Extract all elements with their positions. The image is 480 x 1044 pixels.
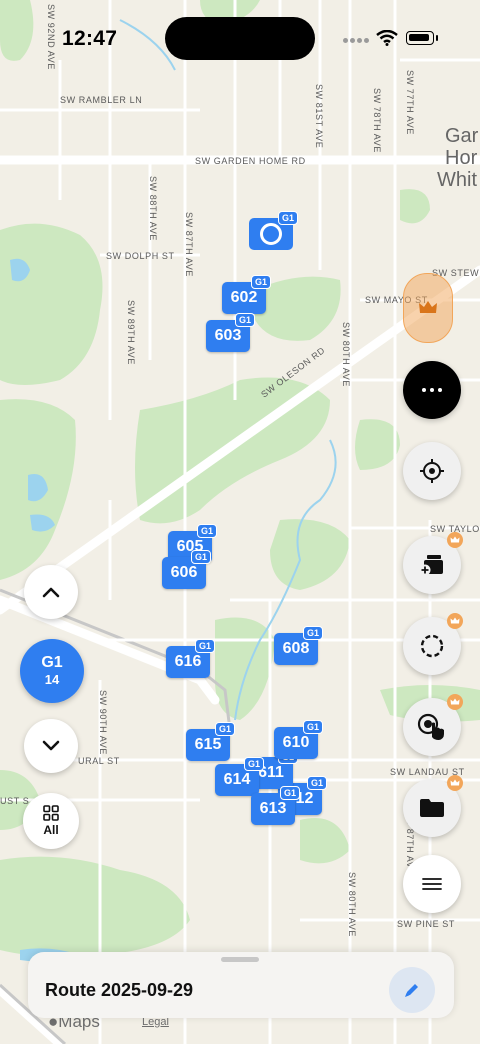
group-selector-button[interactable]: G1 14 (20, 639, 84, 703)
group-count: 14 (44, 672, 60, 687)
stop-marker[interactable]: 613 G1 (251, 786, 300, 825)
stop-number: 613 (259, 800, 287, 817)
street-label: SW 80TH AVE (341, 322, 351, 387)
all-groups-button[interactable]: All (23, 793, 79, 849)
street-label: SW GARDEN HOME RD (195, 156, 306, 166)
current-location-marker[interactable]: G1 (249, 211, 298, 250)
folder-button[interactable] (403, 775, 463, 837)
stop-number: 603 (214, 327, 242, 344)
add-stop-button[interactable] (403, 532, 463, 594)
premium-crown-icon (447, 532, 463, 548)
lasso-select-button[interactable] (403, 613, 463, 675)
stop-number: 602 (230, 289, 258, 306)
more-options-button[interactable] (403, 361, 461, 419)
stop-number: 616 (174, 653, 202, 670)
premium-crown-icon (447, 775, 463, 791)
stop-marker[interactable]: 608 G1 (274, 626, 323, 665)
tap-hand-icon (417, 713, 444, 740)
dynamic-island (165, 17, 315, 60)
group-label: G1 (41, 654, 63, 671)
lasso-icon (420, 634, 444, 658)
group-tag: G1 (279, 786, 300, 800)
menu-button[interactable] (403, 855, 461, 913)
group-tag: G1 (302, 720, 323, 734)
status-time: 12:47 (62, 27, 118, 50)
street-label: SW 87TH AVE (184, 212, 194, 277)
stop-marker[interactable]: 602 G1 (222, 275, 271, 314)
street-label: SW 88TH AVE (148, 176, 158, 241)
crown-icon (419, 301, 437, 313)
signal-icon (343, 38, 369, 46)
status-bar: 12:47 (0, 0, 480, 70)
sheet-handle[interactable] (221, 957, 259, 962)
stop-number: 608 (282, 640, 310, 657)
premium-place-marker[interactable] (403, 273, 453, 343)
edit-route-button[interactable] (389, 967, 435, 1013)
group-tag: G1 (243, 757, 264, 771)
group-tag: G1 (234, 313, 255, 327)
street-label: SW 78TH AVE (372, 88, 382, 153)
chevron-up-icon (42, 587, 60, 598)
group-tag: G1 (194, 639, 215, 653)
stop-marker[interactable]: 610 G1 (274, 720, 323, 759)
group-tag: G1 (190, 550, 211, 564)
street-label: SW DOLPH ST (106, 251, 175, 261)
battery-icon (406, 31, 434, 45)
grid-icon (43, 805, 59, 821)
all-label: All (43, 823, 59, 837)
stop-number: 610 (282, 734, 310, 751)
group-tag: G1 (306, 776, 327, 790)
group-tag: G1 (250, 275, 271, 289)
street-label: SW PINE ST (397, 919, 455, 929)
chevron-down-icon (42, 740, 60, 751)
street-label: SW 89TH AVE (126, 300, 136, 365)
add-stack-icon (419, 555, 443, 576)
street-label: SW 77TH AVE (405, 70, 415, 135)
stop-marker[interactable]: 616 G1 (166, 639, 215, 678)
group-tag: G1 (196, 524, 217, 538)
folder-icon (420, 799, 444, 817)
street-label: SW 80TH AVE (347, 872, 357, 937)
pencil-icon (405, 984, 418, 997)
route-title: Route 2025-09-29 (45, 980, 194, 1000)
stop-marker[interactable]: 615 G1 (186, 722, 235, 761)
location-ring-icon (260, 223, 282, 245)
stop-marker[interactable]: 614 G1 (215, 757, 264, 796)
premium-crown-icon (447, 694, 463, 710)
stop-number: 614 (223, 771, 251, 788)
tap-select-button[interactable] (403, 694, 463, 756)
group-tag: G1 (302, 626, 323, 640)
street-label: UST S (0, 796, 29, 806)
area-label: Hor (445, 147, 478, 169)
premium-crown-icon (447, 613, 463, 629)
hamburger-icon (422, 878, 442, 890)
route-sheet[interactable]: Route 2025-09-29 (28, 952, 454, 1018)
area-label: Whit (437, 169, 477, 191)
ellipsis-icon (422, 388, 442, 392)
street-label: SW 81ST AVE (314, 84, 324, 148)
stop-number: 606 (170, 564, 198, 581)
street-label: SW 90TH AVE (98, 690, 108, 755)
street-label: SW RAMBLER LN (60, 95, 142, 105)
wifi-icon (376, 30, 398, 46)
next-group-button[interactable] (24, 719, 78, 773)
recenter-button[interactable] (403, 442, 461, 500)
stop-marker[interactable]: 606 G1 (162, 550, 211, 589)
previous-group-button[interactable] (24, 565, 78, 619)
group-tag: G1 (277, 211, 298, 225)
crosshair-icon (420, 459, 444, 483)
street-label: URAL ST (78, 756, 120, 766)
stop-marker[interactable]: 603 G1 (206, 313, 255, 352)
area-label: Gar (445, 125, 479, 147)
stop-number: 615 (194, 736, 222, 753)
group-tag: G1 (214, 722, 235, 736)
